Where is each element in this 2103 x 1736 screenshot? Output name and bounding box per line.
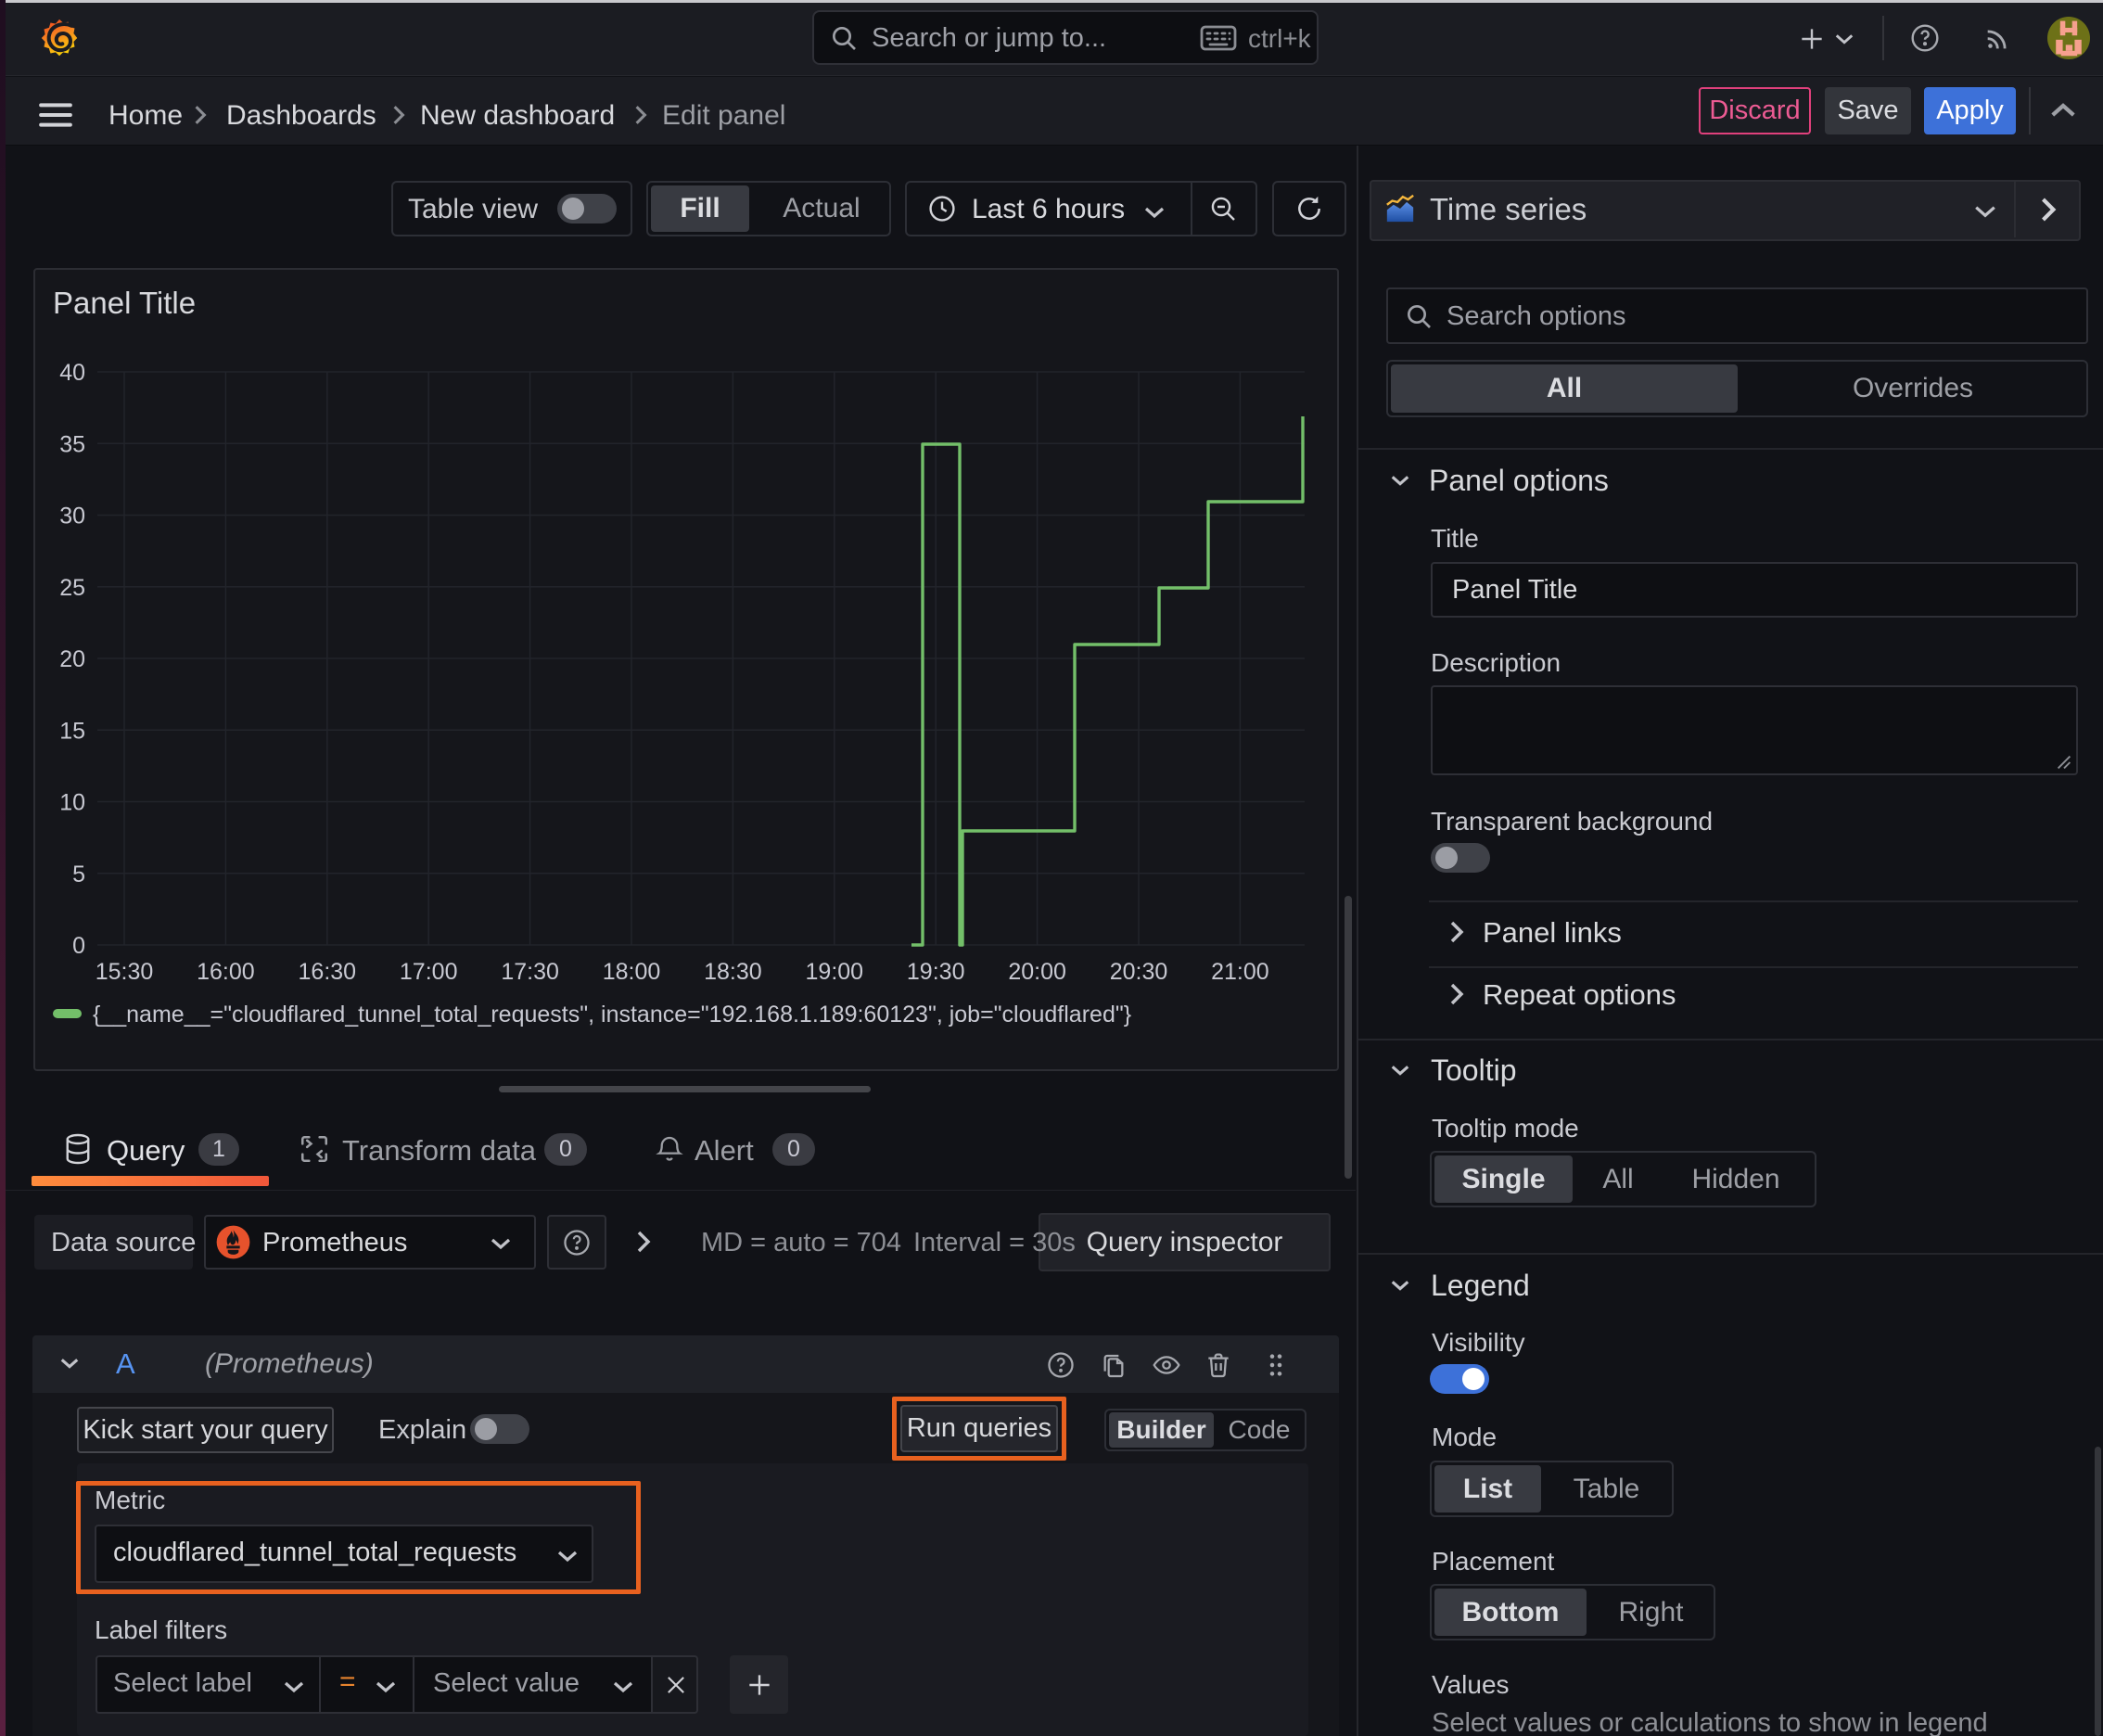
- svg-text:16:30: 16:30: [299, 959, 357, 985]
- svg-text:17:30: 17:30: [501, 959, 559, 985]
- svg-text:{__name__="cloudflared_tunnel_: {__name__="cloudflared_tunnel_total_requ…: [93, 1002, 1131, 1028]
- svg-text:21:00: 21:00: [1211, 959, 1269, 985]
- svg-text:0: 0: [72, 933, 85, 959]
- svg-text:20: 20: [59, 646, 85, 672]
- svg-text:20:00: 20:00: [1008, 959, 1066, 985]
- svg-text:18:00: 18:00: [603, 959, 661, 985]
- svg-text:15: 15: [59, 718, 85, 744]
- svg-text:40: 40: [59, 360, 85, 386]
- svg-text:18:30: 18:30: [704, 959, 762, 985]
- svg-text:10: 10: [59, 790, 85, 816]
- svg-text:30: 30: [59, 504, 85, 530]
- svg-text:19:00: 19:00: [806, 959, 864, 985]
- svg-text:25: 25: [59, 575, 85, 601]
- svg-text:5: 5: [72, 862, 85, 887]
- svg-text:16:00: 16:00: [197, 959, 255, 985]
- svg-text:20:30: 20:30: [1110, 959, 1168, 985]
- svg-text:35: 35: [59, 431, 85, 457]
- svg-text:15:30: 15:30: [96, 959, 154, 985]
- svg-text:17:00: 17:00: [400, 959, 458, 985]
- svg-text:19:30: 19:30: [907, 959, 965, 985]
